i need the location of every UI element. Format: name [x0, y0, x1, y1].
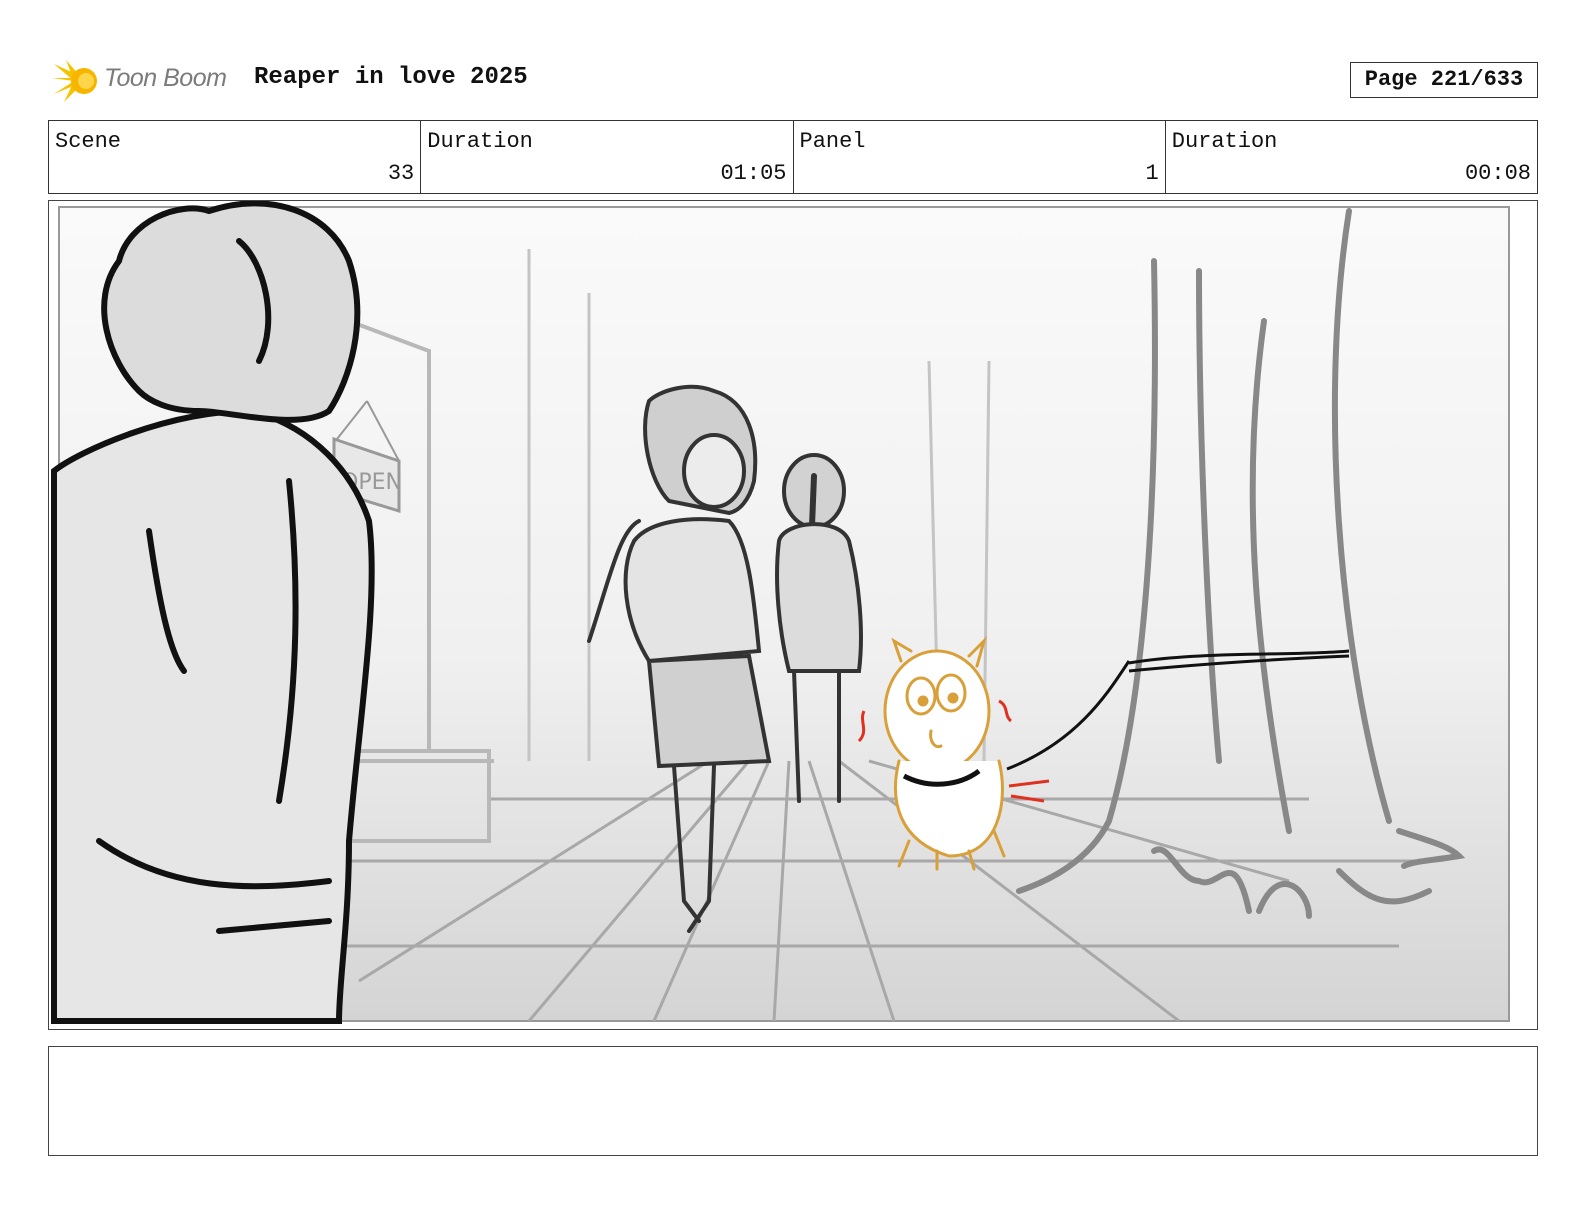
panel-value: 1: [1145, 161, 1159, 186]
storyboard-sketch: OPEN: [51, 201, 1510, 1024]
storyboard-panel[interactable]: OPEN: [48, 200, 1538, 1030]
panel-cell: Panel 1: [794, 121, 1166, 193]
panel-duration-cell: Duration 00:08: [1166, 121, 1537, 193]
scene-duration-value: 01:05: [720, 161, 787, 186]
scene-duration-label: Duration: [427, 129, 533, 154]
panel-notes[interactable]: [48, 1046, 1538, 1156]
panel-duration-label: Duration: [1171, 129, 1278, 154]
scene-cell: Scene 33: [49, 121, 422, 193]
starburst-icon: [52, 60, 97, 102]
toon-boom-logo: Toon Boom: [52, 56, 242, 106]
panel-duration-value: 00:08: [1464, 161, 1531, 186]
panel-label: Panel: [799, 129, 866, 154]
scene-label: Scene: [55, 129, 122, 154]
page-number: Page 221/633: [1350, 62, 1538, 98]
scene-duration-cell: Duration 01:05: [421, 121, 794, 193]
logo-text: Toon Boom: [104, 64, 227, 92]
scene-value: 33: [387, 161, 415, 186]
scene-info-table: Scene 33 Duration 01:05 Panel 1 Duration…: [48, 120, 1538, 194]
project-title: Reaper in love 2025: [254, 64, 528, 91]
